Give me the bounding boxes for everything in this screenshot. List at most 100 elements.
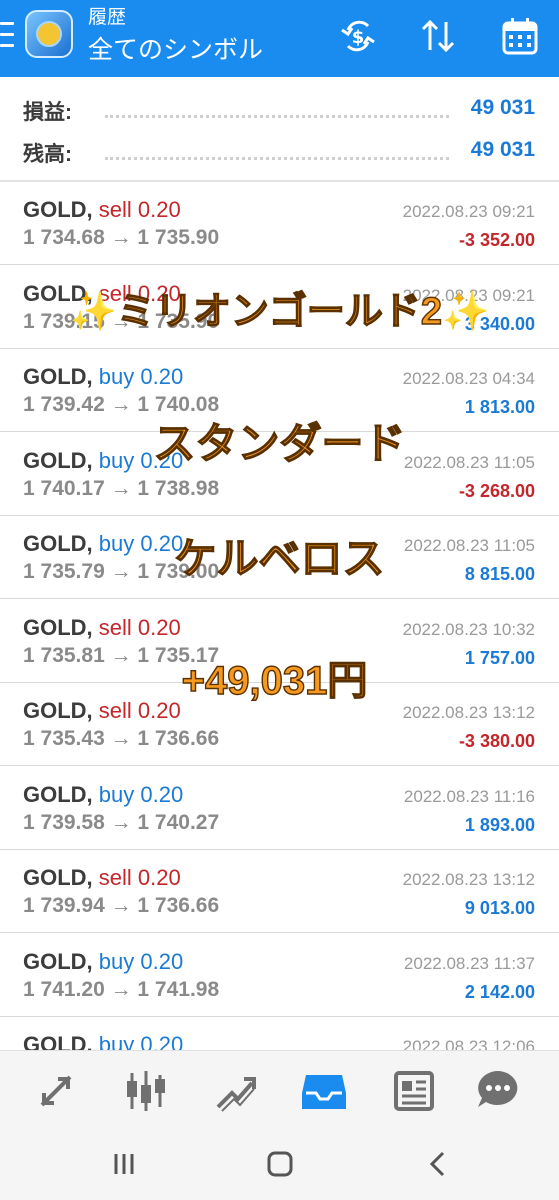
trade-profit: 1 813.00 — [464, 397, 535, 417]
trade-time: 2022.08.23 11:05 — [403, 536, 535, 555]
dotted-leader — [105, 115, 449, 118]
trade-prices: 1 734.68 → 1 735.90 — [23, 226, 220, 249]
trade-time: 2022.08.23 13:12 — [402, 703, 535, 722]
trade-row[interactable]: GOLD, buy 0.20 2022.08.23 12:06 — [0, 1017, 559, 1050]
trade-profit: -3 380.00 — [458, 731, 535, 751]
profit-label: 損益: — [23, 101, 72, 124]
menu-icon[interactable] — [0, 22, 14, 50]
sort-icon[interactable] — [416, 14, 460, 58]
trade-icon[interactable] — [208, 1065, 264, 1117]
trade-symbol: GOLD, sell 0.20 — [23, 698, 181, 724]
trade-row[interactable]: GOLD, sell 0.20 1 734.68 → 1 735.90 2022.0… — [0, 182, 559, 265]
trade-type: buy 0.20 — [98, 364, 184, 389]
currency-exchange-icon[interactable]: $ — [336, 14, 380, 58]
trade-prices: 1 735.43 → 1 736.66 — [23, 727, 220, 750]
trade-type: sell 0.20 — [98, 197, 181, 222]
trade-row[interactable]: GOLD, buy 0.20 1 741.20 → 1 741.98 2022.08… — [0, 934, 559, 1017]
symbol-name: GOLD, — [23, 531, 93, 556]
trade-time: 2022.08.23 09:21 — [402, 202, 535, 221]
trade-time: 2022.08.23 12:06 — [402, 1037, 535, 1050]
trade-type: buy 0.20 — [98, 1032, 184, 1050]
trade-profit: 1 893.00 — [464, 814, 535, 835]
trade-profit: -3 352.00 — [458, 230, 535, 250]
chart-icon[interactable] — [118, 1065, 174, 1117]
trade-time: 2022.08.23 13:12 — [402, 870, 535, 889]
profit-value: 49 031 — [470, 96, 535, 119]
trade-symbol: GOLD, sell 0.20 — [23, 865, 181, 891]
symbol-name: GOLD, — [23, 614, 93, 640]
trade-profit: 1 757.00 — [464, 647, 535, 668]
trade-prices: 1 740.17 → 1 738.98 — [23, 476, 220, 500]
system-nav-bar — [0, 1130, 559, 1200]
balance-value: 49 031 — [470, 138, 535, 161]
svg-text:$: $ — [352, 27, 365, 48]
trade-row[interactable]: GOLD, sell 0.20 1 735.43 → 1 736.66 2022.0… — [0, 683, 559, 766]
symbol-name: GOLD, — [23, 781, 93, 807]
trade-symbol: GOLD, sell 0.20 — [23, 615, 181, 641]
trade-row[interactable]: GOLD, buy 0.20 1 735.79 → 1 739.00 2022.08… — [0, 516, 559, 599]
trade-symbol: GOLD, sell 0.20 — [23, 197, 181, 223]
recent-apps-icon[interactable] — [104, 1148, 144, 1180]
trade-time: 2022.08.23 04:34 — [402, 369, 535, 388]
trade-profit: -3 268.00 — [458, 480, 535, 501]
trade-time: 2022.08.23 09:21 — [402, 285, 535, 305]
trade-row[interactable]: GOLD, buy 0.20 1 739.58 → 1 740.27 2022.08… — [0, 767, 559, 850]
symbol-name: GOLD, — [23, 1032, 93, 1050]
trade-type: sell 0.20 — [98, 865, 181, 890]
balance-row: 残高: 49 031 — [0, 132, 559, 172]
calendar-icon[interactable] — [496, 14, 544, 58]
trade-prices: 1 739.58 → 1 740.27 — [23, 810, 220, 834]
trade-prices: 1 735.81 → 1 735.17 — [23, 643, 220, 667]
trade-type: buy 0.20 — [98, 531, 184, 556]
trade-time: 2022.08.23 10:32 — [402, 619, 535, 639]
symbol-name: GOLD, — [23, 364, 93, 389]
trade-row[interactable]: GOLD, sell 0.20 1 735.81 → 1 735.17 2022.0… — [0, 600, 559, 683]
news-icon[interactable] — [386, 1065, 442, 1117]
quotes-icon[interactable] — [28, 1065, 84, 1117]
page-title[interactable]: 全てのシンボル — [88, 34, 263, 66]
trade-row[interactable]: GOLD, sell 0.20 1 739.94 → 1 736.66 2022.0… — [0, 850, 559, 933]
home-icon[interactable] — [260, 1148, 300, 1180]
trade-profit: 8 815.00 — [464, 564, 535, 584]
page-subtitle: 履歴 — [88, 7, 127, 28]
trade-type: buy 0.20 — [98, 948, 184, 974]
trade-prices: 1 739.42 → 1 740.08 — [23, 393, 220, 416]
trade-list[interactable]: GOLD, sell 0.20 1 734.68 → 1 735.90 2022.0… — [0, 182, 559, 1050]
symbol-name: GOLD, — [23, 197, 93, 222]
symbol-name: GOLD, — [23, 865, 93, 890]
trade-symbol: GOLD, buy 0.20 — [23, 782, 183, 808]
trade-time: 2022.08.23 11:16 — [403, 786, 535, 806]
symbol-name: GOLD, — [23, 447, 93, 473]
trade-type: buy 0.20 — [98, 781, 184, 807]
back-icon[interactable] — [418, 1148, 458, 1180]
profit-row: 損益: 49 031 — [0, 90, 559, 130]
trade-time: 2022.08.23 11:37 — [403, 953, 535, 973]
trade-row[interactable]: GOLD, buy 0.20 1 739.42 → 1 740.08 2022.08… — [0, 349, 559, 432]
dotted-leader — [105, 157, 449, 160]
balance-label: 残高: — [23, 143, 72, 166]
chat-icon[interactable] — [470, 1065, 526, 1117]
symbol-name: GOLD, — [23, 280, 93, 306]
trade-profit: 2 142.00 — [464, 981, 535, 1002]
trade-prices: 1 739.94 → 1 736.66 — [23, 894, 220, 917]
trade-type: buy 0.20 — [98, 447, 184, 473]
trade-row[interactable]: GOLD, buy 0.20 1 740.17 → 1 738.98 2022.08… — [0, 433, 559, 516]
trade-symbol: GOLD, buy 0.20 — [23, 364, 183, 390]
app-logo — [25, 10, 73, 58]
trade-type: sell 0.20 — [98, 280, 181, 306]
summary-panel: 損益: 49 031 残高: 49 031 — [0, 77, 559, 182]
symbol-name: GOLD, — [23, 948, 93, 974]
symbol-name: GOLD, — [23, 698, 93, 723]
bottom-nav — [0, 1050, 559, 1130]
trade-symbol: GOLD, buy 0.20 — [23, 949, 183, 975]
trade-profit: 3 340.00 — [464, 313, 535, 334]
history-icon[interactable] — [296, 1065, 352, 1117]
app-bar: 履歴 全てのシンボル $ — [0, 0, 559, 77]
trade-row[interactable]: GOLD, sell 0.20 1 739.15 → 1 735.90 2022.0… — [0, 266, 559, 349]
trade-prices: 1 735.79 → 1 739.00 — [23, 560, 220, 583]
trade-symbol: GOLD, buy 0.20 — [23, 531, 183, 557]
trade-prices: 1 739.15 → 1 735.90 — [23, 309, 220, 333]
trade-symbol: GOLD, buy 0.20 — [23, 1032, 183, 1050]
trade-type: sell 0.20 — [98, 698, 181, 723]
trade-profit: 9 013.00 — [464, 898, 535, 918]
